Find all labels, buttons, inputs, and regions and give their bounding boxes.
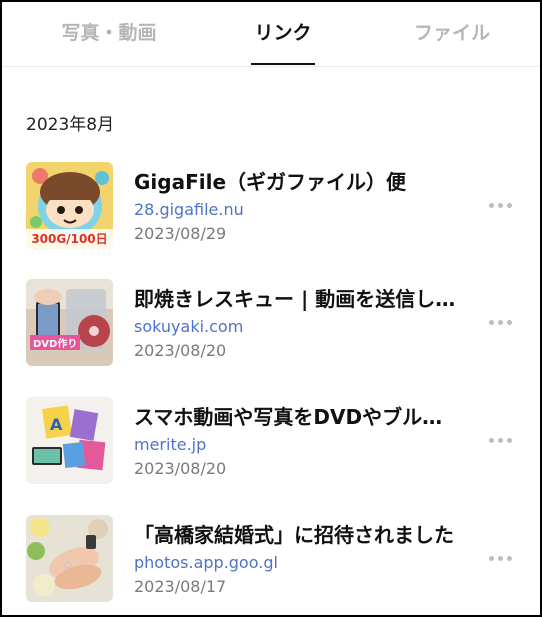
link-domain[interactable]: 28.gigafile.nu xyxy=(134,200,244,219)
link-thumbnail: DVD作り xyxy=(26,279,113,366)
tab-files[interactable]: ファイル xyxy=(392,16,512,50)
thumbnail-caption: 300G/100日 xyxy=(31,232,108,246)
link-date: 2023/08/29 xyxy=(134,224,227,243)
link-title: 即焼きレスキュー | 動画を送信し… xyxy=(134,287,456,311)
more-options-button[interactable] xyxy=(486,427,516,453)
colorful-cards-image: A xyxy=(26,397,113,484)
tab-bar: 写真・動画 リンク ファイル xyxy=(2,2,540,67)
link-thumbnail: 300G/100日 xyxy=(26,162,113,249)
section-month-heading: 2023年8月 xyxy=(26,115,115,135)
link-domain[interactable]: photos.app.goo.gl xyxy=(134,553,278,572)
more-options-button[interactable] xyxy=(486,309,516,335)
link-title: GigaFile（ギガファイル）便 xyxy=(134,170,407,194)
wedding-hands-image xyxy=(26,515,113,602)
link-date: 2023/08/20 xyxy=(134,459,227,478)
svg-text:A: A xyxy=(50,415,63,434)
link-item-google-photos[interactable]: 「高橋家結婚式」に招待されました photos.app.goo.gl 2023/… xyxy=(2,515,540,615)
link-thumbnail: A xyxy=(26,397,113,484)
more-options-button[interactable] xyxy=(486,192,516,218)
link-thumbnail xyxy=(26,515,113,602)
link-title: スマホ動画や写真をDVDやブル… xyxy=(134,405,443,429)
link-title: 「高橋家結婚式」に招待されました xyxy=(134,523,454,547)
link-date: 2023/08/17 xyxy=(134,577,227,596)
app-frame: 写真・動画 リンク ファイル 2023年8月 300G/100日 GigaFil… xyxy=(0,0,542,617)
thumbnail-caption: DVD作り xyxy=(30,335,81,350)
link-item-gigafile[interactable]: 300G/100日 GigaFile（ギガファイル）便 28.gigafile.… xyxy=(2,162,540,266)
dvd-photo-image xyxy=(26,279,113,366)
link-domain[interactable]: sokuyaki.com xyxy=(134,317,243,336)
link-date: 2023/08/20 xyxy=(134,341,227,360)
tab-links[interactable]: リンク xyxy=(223,16,343,50)
active-tab-indicator xyxy=(251,63,315,65)
tab-photos-videos[interactable]: 写真・動画 xyxy=(44,16,174,50)
more-options-button[interactable] xyxy=(486,545,516,571)
link-item-merite[interactable]: A スマホ動画や写真をDVDやブル… merite.jp 2023/08/20 xyxy=(2,397,540,501)
link-item-sokuyaki[interactable]: DVD作り 即焼きレスキュー | 動画を送信し… sokuyaki.com 20… xyxy=(2,279,540,383)
link-domain[interactable]: merite.jp xyxy=(134,435,206,454)
